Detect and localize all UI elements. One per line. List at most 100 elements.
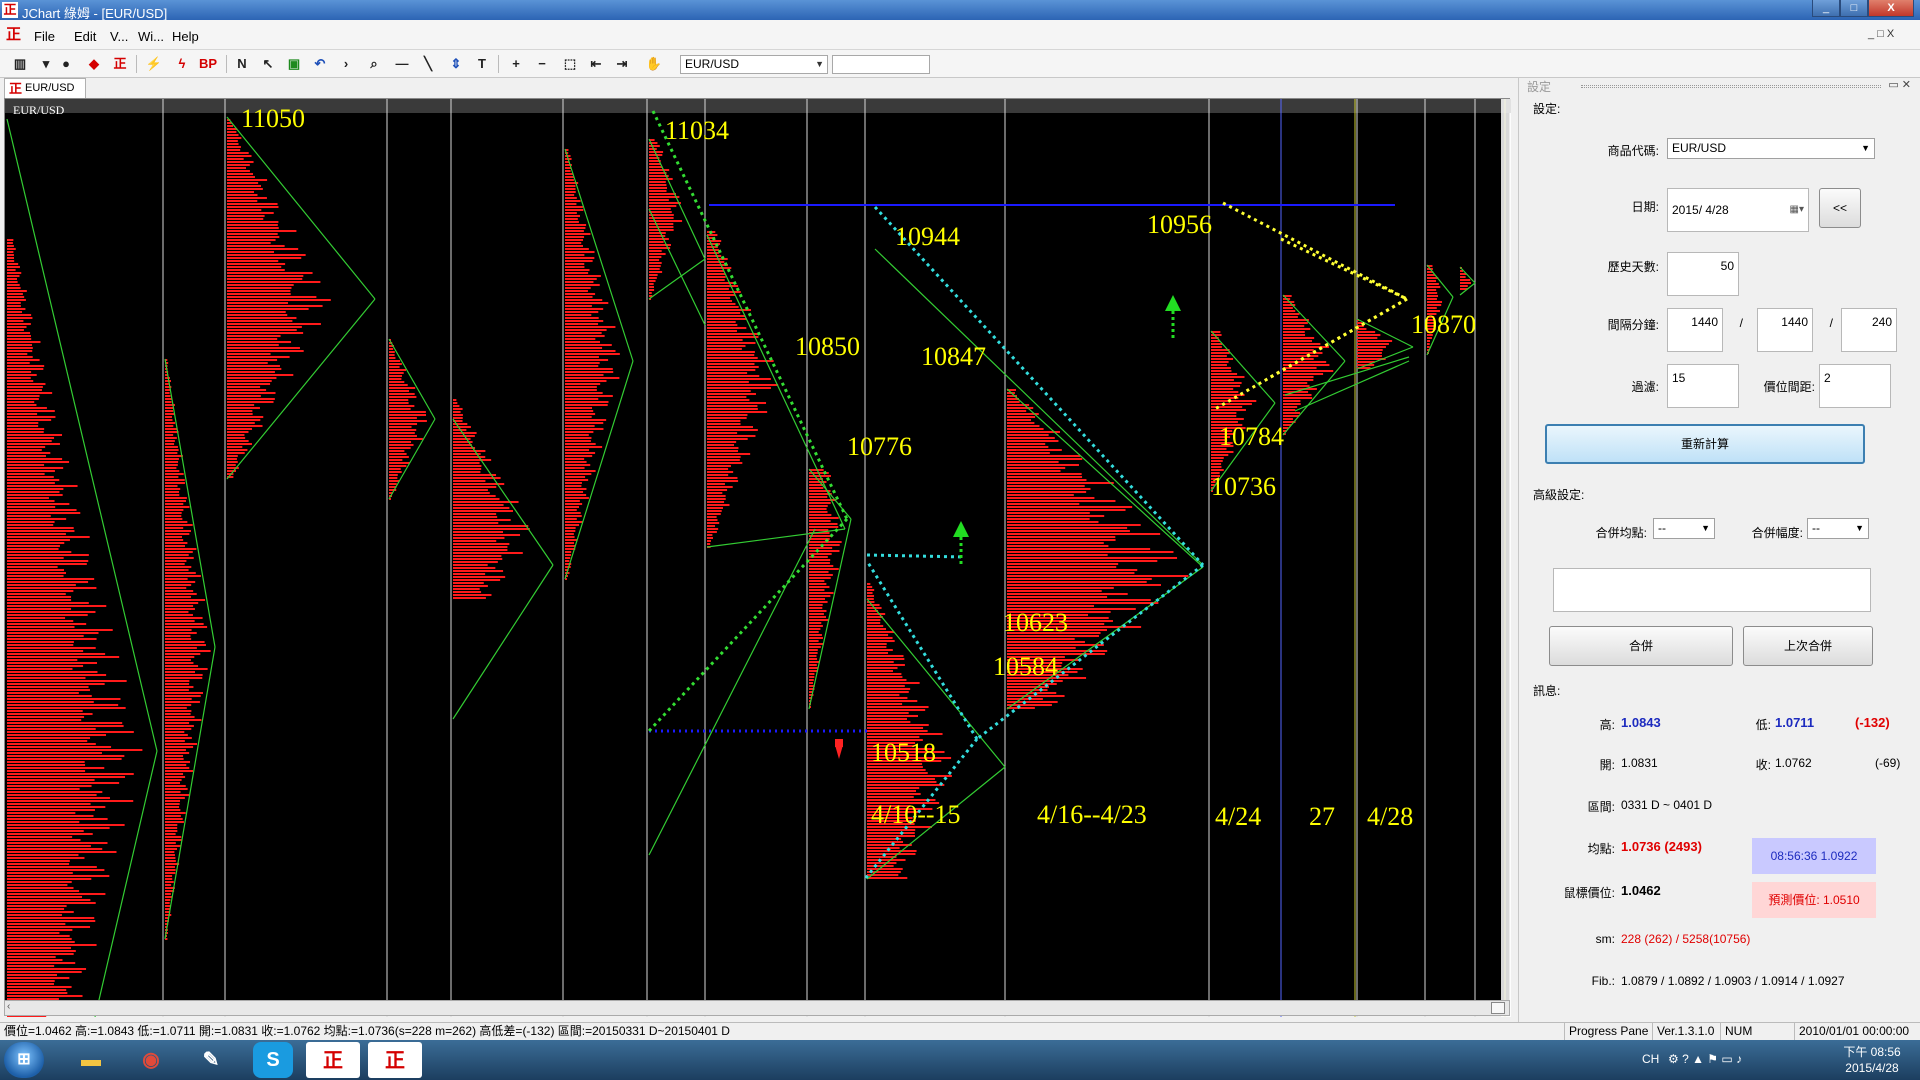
profile-bar (867, 793, 921, 795)
lightning-icon[interactable]: ⚡ (144, 54, 164, 74)
zoom-icon[interactable]: ⌕ (364, 54, 384, 74)
profile-bar (565, 194, 575, 196)
profile-bar (165, 563, 185, 565)
pane-grip[interactable] (1581, 85, 1881, 88)
chart-type-icon[interactable]: ▥ (10, 54, 30, 74)
scroll-left-icon[interactable]: ⇤ (586, 54, 606, 74)
profile-bar (7, 515, 51, 517)
interval-input-3[interactable]: 240 (1841, 308, 1897, 352)
chevron-down-icon: ▼ (815, 59, 824, 69)
menu-logo-icon[interactable]: 正 (6, 27, 22, 43)
logo-tool-icon[interactable]: 正 (110, 54, 130, 74)
profile-bar (453, 495, 496, 497)
bp-button[interactable]: BP (198, 54, 218, 74)
pane-controls-icon[interactable]: ▭ ✕ (1888, 78, 1911, 91)
profile-bar (7, 611, 96, 613)
date-picker[interactable]: 2015/ 4/28 ▦▾ (1667, 188, 1809, 232)
symbol-code-select[interactable]: EUR/USD ▼ (1667, 138, 1875, 159)
zoom-out-icon[interactable]: − (532, 54, 552, 74)
profile-bar (453, 402, 458, 404)
symbol-input[interactable] (832, 55, 930, 74)
profile-bar (165, 503, 184, 505)
start-button[interactable]: ⊞ (4, 1042, 44, 1078)
minimize-button[interactable]: _ (1812, 0, 1840, 17)
profile-bar (165, 839, 182, 841)
trendline-icon[interactable]: ╲ (418, 54, 438, 74)
profile-bar (7, 773, 134, 775)
chart-horizontal-scrollbar[interactable]: ‹ (4, 1000, 1510, 1016)
profile-bar (7, 812, 76, 814)
arrow-updown-icon[interactable]: ⇕ (446, 54, 466, 74)
lightning-red-icon[interactable]: ϟ (172, 54, 192, 74)
jchart-task-2[interactable]: 正 (368, 1042, 422, 1078)
maximize-button[interactable]: □ (1840, 0, 1868, 17)
menu-window[interactable]: Wi... (138, 29, 164, 44)
interval-input-2[interactable]: 1440 (1757, 308, 1813, 352)
symbol-select[interactable]: EUR/USD ▼ (680, 55, 828, 74)
last-merge-button[interactable]: 上次合併 (1743, 626, 1873, 666)
skype-icon[interactable]: S (253, 1042, 293, 1078)
profile-bar (649, 178, 673, 180)
car-icon[interactable]: ◆ (84, 54, 104, 74)
price-label: 11050 (241, 104, 305, 133)
price-interval-input[interactable]: 2 (1819, 364, 1891, 408)
profile-bar (1007, 446, 1049, 448)
menu-file[interactable]: File (34, 29, 55, 44)
cursor-icon[interactable]: ↖ (258, 54, 278, 74)
dropdown-arrow-icon[interactable]: ▾ (36, 54, 56, 74)
profile-bar (165, 509, 184, 511)
hand-icon[interactable]: ✋ (644, 54, 664, 74)
new-chart-icon[interactable]: N (232, 54, 252, 74)
interval-input-1[interactable]: 1440 (1667, 308, 1723, 352)
merge-textarea[interactable] (1553, 568, 1871, 612)
notepad-icon[interactable]: ✎ (184, 1042, 238, 1078)
scroll-right-icon[interactable]: ⇥ (612, 54, 632, 74)
profile-bar (565, 446, 603, 448)
tray-clock[interactable]: 下午 08:56 2015/4/28 (1832, 1044, 1912, 1076)
profile-bar (1007, 455, 1081, 457)
menu-help[interactable]: Help (172, 29, 199, 44)
explorer-icon[interactable]: ▬ (64, 1042, 118, 1078)
record-icon[interactable]: ● (56, 54, 76, 74)
mdi-controls[interactable]: _ □ X (1868, 28, 1894, 40)
merge-range-select[interactable]: -- ▼ (1807, 518, 1869, 539)
profile-bar (707, 525, 716, 527)
calendar-icon[interactable]: ▦▾ (1790, 195, 1804, 225)
select-area-icon[interactable]: ⬚ (560, 54, 580, 74)
chrome-icon[interactable]: ◉ (124, 1042, 178, 1078)
profile-bar (165, 524, 193, 526)
text-tool-icon[interactable]: T (472, 54, 492, 74)
jchart-task-1[interactable]: 正 (306, 1042, 360, 1078)
undo-icon[interactable]: ↶ (310, 54, 330, 74)
zoom-in-icon[interactable]: + (506, 54, 526, 74)
scroll-left-arrow-icon[interactable]: ‹ (7, 1001, 10, 1012)
market-profile-chart[interactable]: 11050 11034 10944 10956 10870 10850 10847 10784… (4, 98, 1511, 1017)
redo-icon[interactable]: › (336, 54, 356, 74)
profile-bar (1211, 382, 1242, 384)
tray-lang[interactable]: CH (1642, 1052, 1659, 1066)
chart-canvas[interactable]: 11050 11034 10944 10956 10870 10850 10847 10784… (5, 99, 1511, 1017)
history-days-input[interactable]: 50 (1667, 252, 1739, 296)
back-button[interactable]: << (1819, 188, 1861, 228)
money-icon[interactable]: ▣ (284, 54, 304, 74)
profile-bar (227, 461, 238, 463)
merge-avg-select[interactable]: -- ▼ (1653, 518, 1715, 539)
merge-button[interactable]: 合併 (1549, 626, 1733, 666)
close-button[interactable]: X (1868, 0, 1914, 17)
profile-bar (7, 299, 26, 301)
profile-bar (1283, 415, 1299, 417)
recalculate-button[interactable]: 重新計算 (1545, 424, 1865, 464)
yellow-trend-line (1222, 201, 1408, 301)
profile-bar (565, 308, 604, 310)
scroll-thumb[interactable] (1491, 1002, 1505, 1014)
profile-bar (565, 302, 609, 304)
profile-bar (1283, 322, 1308, 324)
price-label: 11034 (665, 116, 729, 145)
hline-icon[interactable]: — (392, 54, 412, 74)
tab-eurusd[interactable]: 正 EUR/USD (4, 78, 86, 98)
profile-bar (165, 566, 192, 568)
menu-view[interactable]: V... (110, 29, 128, 44)
menu-edit[interactable]: Edit (74, 29, 96, 44)
profile-bar (809, 568, 839, 570)
tray-icons[interactable]: ⚙ ? ▲ ⚑ ▭ ♪ (1668, 1052, 1742, 1066)
